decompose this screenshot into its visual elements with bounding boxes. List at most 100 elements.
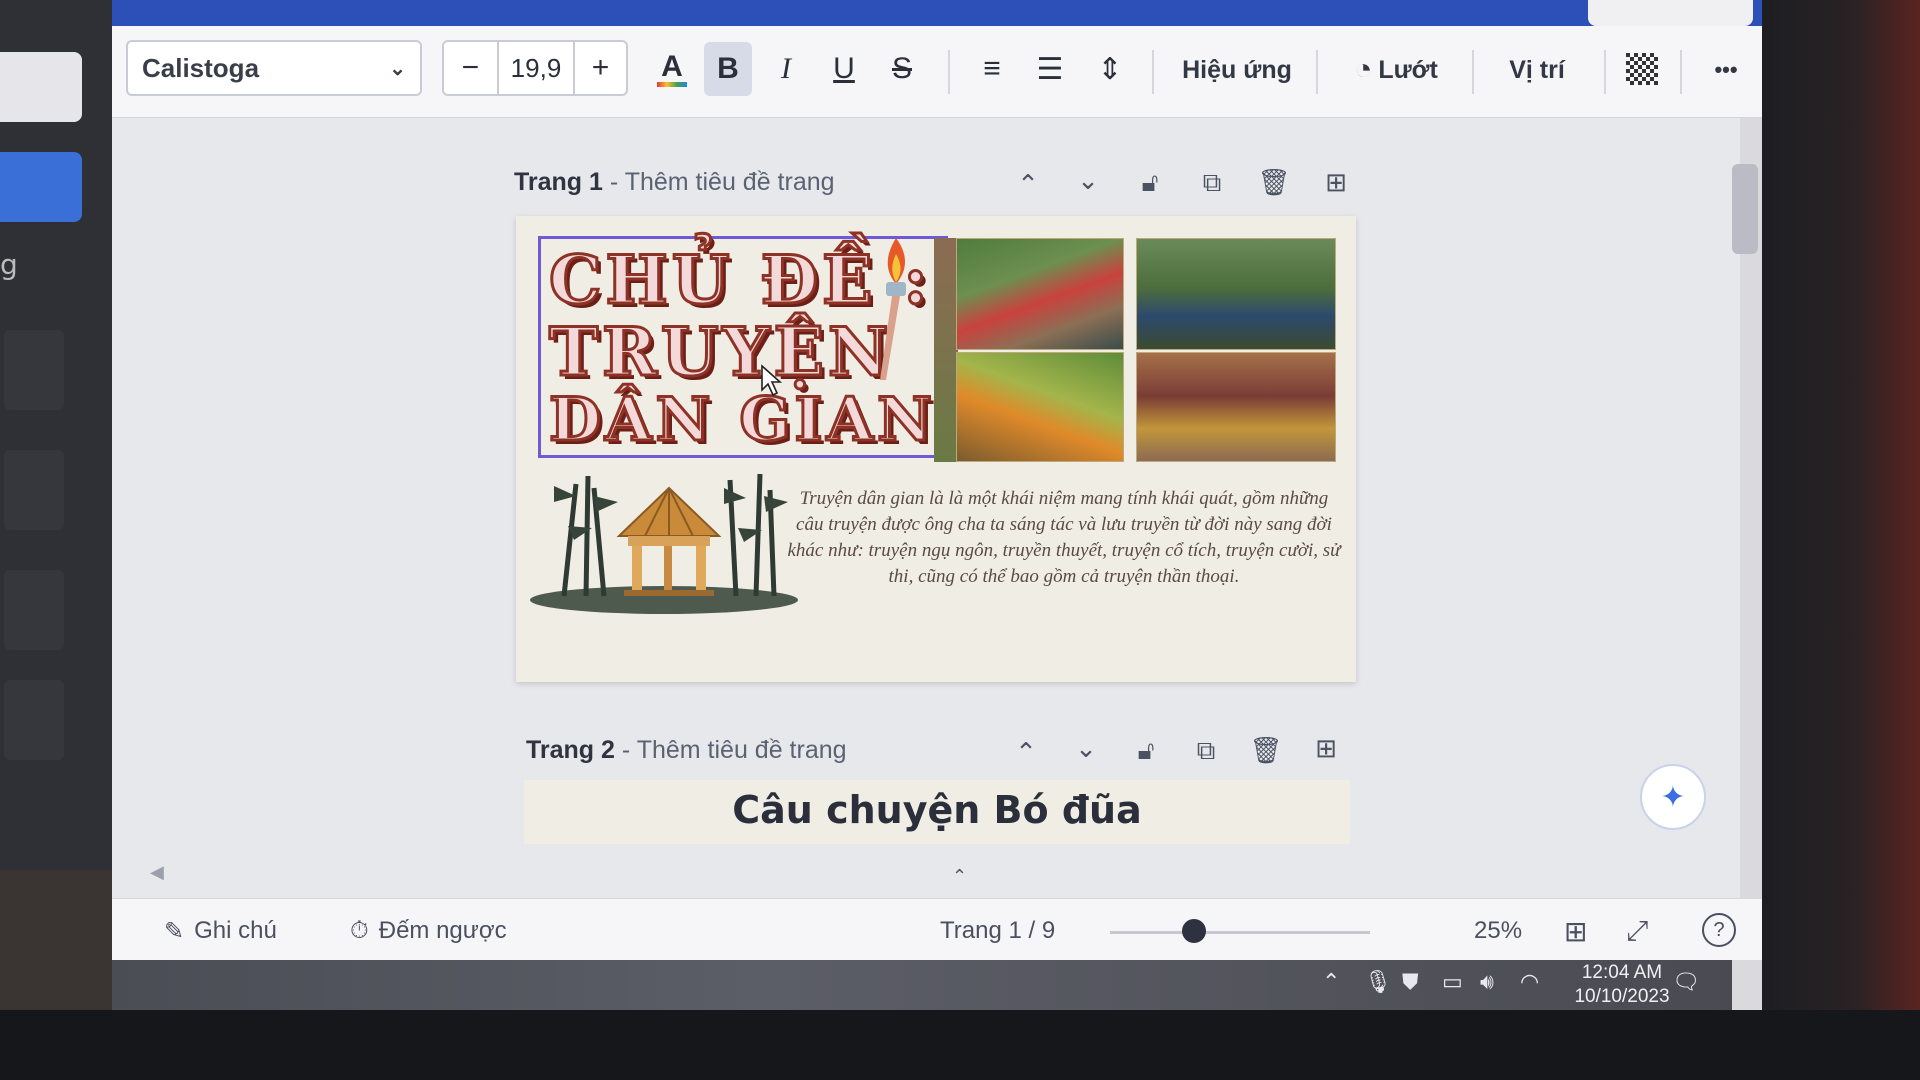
scrollbar-thumb[interactable] — [1732, 164, 1758, 254]
clock-date[interactable]: 10/10/2023 — [1552, 986, 1692, 1008]
illustration-strip[interactable] — [934, 238, 958, 462]
text-color-icon: A — [661, 49, 683, 83]
clock-time[interactable]: 12:04 AM — [1562, 962, 1682, 984]
effects-button[interactable]: Hiệu ứng — [1172, 44, 1302, 96]
page-2-title-input[interactable]: - Thêm tiêu đề trang — [622, 736, 847, 764]
delete-page-icon[interactable]: 🗑︎ — [1246, 736, 1286, 766]
page-1-number: Trang 1 — [514, 168, 603, 196]
timer-label: Đếm ngược — [378, 917, 507, 944]
tray-expand-icon[interactable]: ⌃ — [1322, 970, 1340, 995]
position-button[interactable]: Vị trí — [1484, 44, 1590, 96]
move-page-down-icon[interactable]: ⌄ — [1068, 166, 1108, 196]
help-icon[interactable]: ? — [1702, 913, 1736, 947]
animate-icon: ◔ — [1354, 53, 1373, 86]
toolbar-separator — [1316, 50, 1318, 94]
delete-page-icon[interactable]: 🗑︎ — [1254, 168, 1294, 198]
windows-taskbar: ⌃ 🎙︎ ⛊ ▭ 🔊︎ ◠ 12:04 AM 10/10/2023 🗨︎ — [112, 960, 1732, 1010]
line-spacing-icon[interactable]: ⇕ — [1086, 42, 1134, 96]
editor-footer: ✎ Ghi chú ⏱︎ Đếm ngược Trang 1 / 9 25% ⊞… — [112, 898, 1762, 960]
increase-size-button[interactable]: + — [573, 42, 626, 94]
timer-button[interactable]: ⏱︎ Đếm ngược — [350, 911, 507, 951]
folk-tale-image-battle[interactable] — [956, 238, 1124, 350]
notes-label: Ghi chú — [194, 917, 277, 944]
sidebar-tile-active[interactable] — [0, 152, 82, 222]
volume-icon[interactable]: 🔊︎ — [1480, 970, 1494, 995]
fullscreen-icon[interactable]: ⤢ — [1626, 911, 1648, 951]
sidebar-panel — [4, 450, 64, 530]
sidebar-tile[interactable] — [0, 52, 82, 122]
chevron-down-icon: ⌄ — [389, 57, 406, 80]
story-title[interactable]: Câu chuyện Bó đũa — [524, 788, 1350, 832]
move-page-up-icon[interactable]: ⌃ — [1006, 738, 1046, 768]
color-swatch — [657, 81, 687, 87]
italic-button[interactable]: I — [762, 42, 810, 96]
toolbar-separator — [1152, 50, 1154, 94]
screen: g ‹ Calistoga ⌄ − 19,9 + A B I U S ≡ ☰ ⇕… — [0, 0, 1920, 1080]
underline-button[interactable]: U — [820, 42, 868, 96]
toolbar-separator — [948, 50, 950, 94]
security-icon[interactable]: ⛊ — [1402, 970, 1419, 995]
more-options-button[interactable]: ••• — [1696, 44, 1756, 96]
background-desk — [0, 870, 112, 1010]
battery-icon[interactable]: ▭ — [1442, 970, 1463, 995]
grid-view-icon[interactable]: ⊞ — [1564, 911, 1587, 951]
magic-assistant-button[interactable]: ✦ — [1640, 764, 1706, 830]
toolbar-separator — [1680, 50, 1682, 94]
monitor-bezel-bottom — [0, 1010, 1920, 1080]
notifications-icon[interactable]: 🗨︎ — [1672, 970, 1700, 995]
duplicate-page-icon[interactable]: ⧉ — [1186, 736, 1226, 767]
bold-button[interactable]: B — [704, 42, 752, 96]
strikethrough-button[interactable]: S — [878, 42, 926, 96]
page-indicator[interactable]: Trang 1 / 9 — [940, 911, 1055, 951]
decrease-size-button[interactable]: − — [444, 42, 499, 94]
page-1-canvas[interactable]: CHỦ ĐỀ : TRUYỆN DÂN GIAN Truyện dân gian… — [516, 216, 1356, 682]
unlock-icon[interactable]: 🔓︎ — [1130, 168, 1170, 199]
zoom-level[interactable]: 25% — [1474, 911, 1522, 951]
checkerboard-icon — [1626, 53, 1658, 85]
page-1-title-input[interactable]: - Thêm tiêu đề trang — [610, 168, 835, 196]
font-family-select[interactable]: Calistoga ⌄ — [126, 40, 422, 96]
page-2-canvas[interactable]: Câu chuyện Bó đũa — [524, 780, 1350, 844]
text-toolbar: Calistoga ⌄ − 19,9 + A B I U S ≡ ☰ ⇕ Hiệ… — [112, 26, 1767, 118]
expand-pages-icon[interactable]: ⌃ — [952, 866, 967, 887]
font-name: Calistoga — [142, 52, 260, 83]
move-page-up-icon[interactable]: ⌃ — [1008, 170, 1048, 200]
microphone-icon[interactable]: 🎙︎ — [1364, 970, 1392, 995]
share-button[interactable] — [1588, 0, 1753, 26]
zoom-slider[interactable] — [1110, 931, 1370, 934]
title-line-3: DÂN GIAN — [547, 384, 937, 457]
sidebar-panel — [4, 330, 64, 410]
wifi-icon[interactable]: ◠ — [1520, 970, 1539, 995]
notes-icon: ✎ — [164, 917, 185, 945]
font-size-stepper: − 19,9 + — [442, 40, 628, 96]
page-2-header: Trang 2 - Thêm tiêu đề trang — [526, 736, 847, 765]
transparency-icon[interactable] — [1618, 42, 1666, 96]
notes-button[interactable]: ✎ Ghi chú — [164, 911, 277, 951]
toolbar-separator — [1472, 50, 1474, 94]
sidebar-panel — [4, 570, 64, 650]
align-center-icon[interactable]: ≡ — [968, 42, 1016, 96]
folk-tale-image-well[interactable] — [1136, 238, 1336, 350]
text-color-button[interactable]: A — [648, 42, 696, 96]
move-page-down-icon[interactable]: ⌄ — [1066, 734, 1106, 764]
folk-tale-image-tiger[interactable] — [956, 352, 1124, 462]
zoom-slider-handle[interactable] — [1182, 919, 1206, 943]
scroll-left-icon[interactable]: ◀ — [150, 862, 164, 883]
duplicate-page-icon[interactable]: ⧉ — [1192, 168, 1232, 199]
unlock-icon[interactable]: 🔓︎ — [1126, 736, 1166, 767]
torch-illustration — [880, 238, 906, 380]
add-page-icon[interactable]: ⊞ — [1306, 734, 1346, 764]
folk-tale-image-court[interactable] — [1136, 352, 1336, 462]
mouse-cursor-icon — [761, 364, 783, 397]
page-1-header: Trang 1 - Thêm tiêu đề trang — [514, 168, 835, 197]
animate-button[interactable]: ◔ Lướt — [1332, 44, 1460, 96]
timer-icon: ⏱︎ — [350, 917, 369, 944]
left-sidebar: g — [0, 0, 112, 960]
sidebar-label-fragment: g — [0, 248, 18, 281]
font-size-input[interactable]: 19,9 — [499, 42, 573, 94]
folk-tale-description[interactable]: Truyện dân gian là là một khái niệm mang… — [784, 486, 1344, 590]
page-2-number: Trang 2 — [526, 736, 615, 764]
add-page-icon[interactable]: ⊞ — [1316, 168, 1356, 198]
title-line-2: TRUYỆN — [547, 312, 893, 393]
bullet-list-icon[interactable]: ☰ — [1026, 42, 1074, 96]
